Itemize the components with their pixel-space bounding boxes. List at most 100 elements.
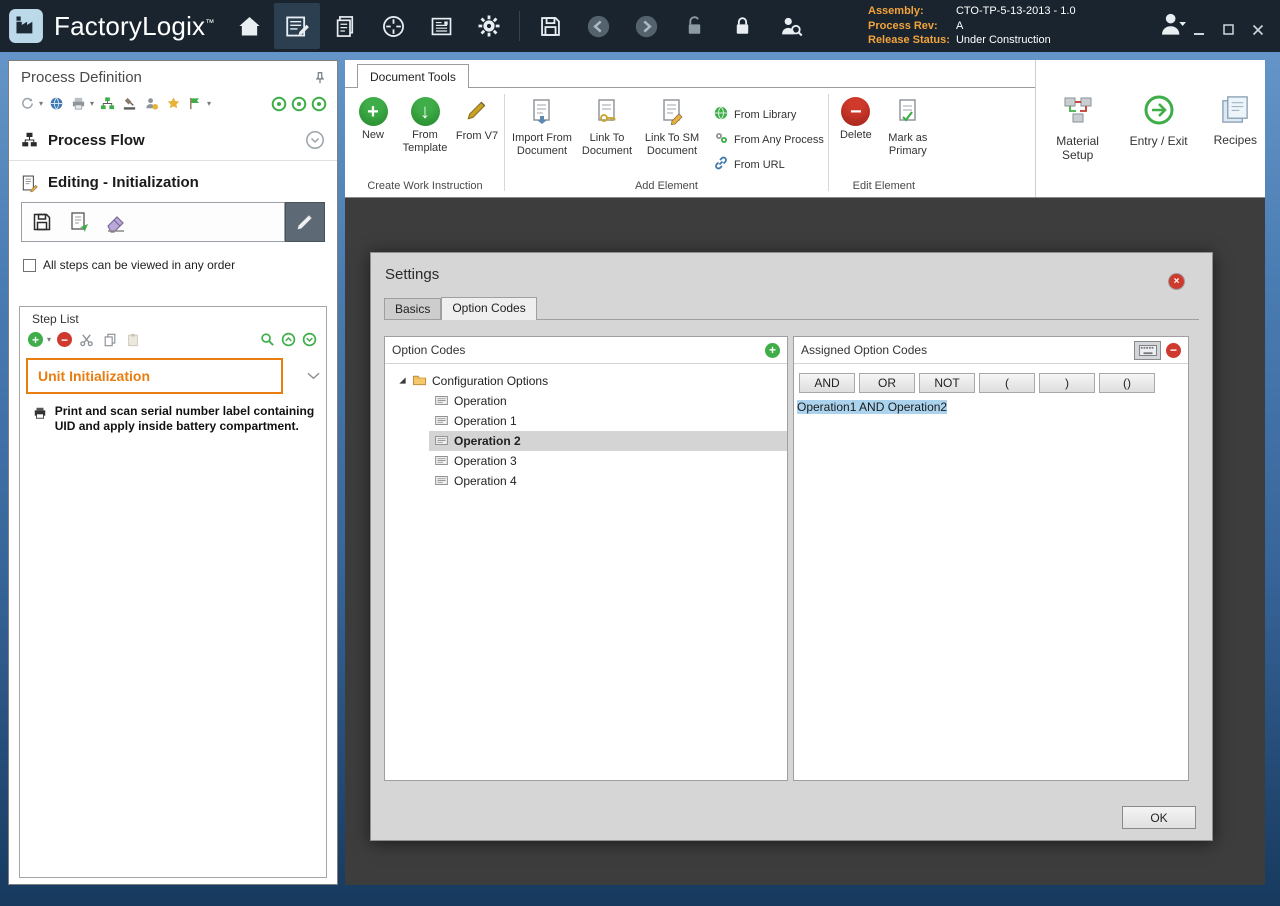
from-library-button[interactable]: From Library bbox=[713, 105, 824, 124]
settings-dialog: Settings × Basics Option Codes Option Co… bbox=[370, 252, 1213, 841]
link-to-sm-document-button[interactable]: Link To SM Document bbox=[639, 97, 705, 158]
or-button[interactable]: OR bbox=[859, 373, 915, 393]
copy-icon[interactable] bbox=[101, 331, 118, 348]
tree-item-operation[interactable]: Operation bbox=[429, 391, 787, 411]
printer-icon[interactable] bbox=[70, 95, 87, 112]
maximize-button[interactable] bbox=[1223, 24, 1235, 39]
refresh-icon[interactable] bbox=[19, 95, 36, 112]
tab-option-codes[interactable]: Option Codes bbox=[441, 297, 536, 320]
any-order-checkbox[interactable] bbox=[23, 259, 36, 272]
dropdown-caret-icon[interactable]: ▾ bbox=[90, 99, 94, 108]
and-button[interactable]: AND bbox=[799, 373, 855, 393]
from-url-button[interactable]: From URL bbox=[713, 155, 824, 174]
pin-icon[interactable] bbox=[313, 71, 327, 85]
step-item-selected[interactable]: Unit Initialization bbox=[26, 358, 283, 394]
from-any-process-button[interactable]: From Any Process bbox=[713, 130, 824, 149]
close-paren-button[interactable]: ) bbox=[1039, 373, 1095, 393]
nav-circle-icon[interactable] bbox=[290, 95, 307, 112]
tree-item-operation-1[interactable]: Operation 1 bbox=[429, 411, 787, 431]
settings-dialog-title: Settings bbox=[371, 253, 1212, 283]
editing-label: Editing - Initialization bbox=[48, 174, 199, 191]
from-v7-button[interactable]: From V7 bbox=[454, 97, 500, 143]
hierarchy-icon[interactable] bbox=[99, 95, 116, 112]
zoom-icon[interactable] bbox=[259, 331, 276, 348]
back-button[interactable] bbox=[575, 3, 621, 49]
material-setup-icon bbox=[1062, 94, 1094, 129]
app-title: FactoryLogix™ bbox=[54, 11, 214, 42]
dropdown-caret-icon[interactable]: ▾ bbox=[39, 99, 43, 108]
add-step-button[interactable]: + bbox=[28, 332, 43, 347]
add-step-caret-icon[interactable]: ▾ bbox=[47, 335, 51, 344]
forward-button[interactable] bbox=[623, 3, 669, 49]
tree-root-configuration-options[interactable]: Configuration Options bbox=[385, 371, 787, 391]
flag-icon[interactable] bbox=[187, 95, 204, 112]
pencil-icon bbox=[464, 97, 490, 127]
keyboard-button[interactable] bbox=[1134, 341, 1161, 360]
tab-document-tools[interactable]: Document Tools bbox=[357, 64, 469, 88]
collapse-circle-icon[interactable] bbox=[305, 130, 325, 150]
remove-step-button[interactable]: − bbox=[57, 332, 72, 347]
news-button[interactable] bbox=[418, 3, 464, 49]
mark-as-primary-button[interactable]: Mark as Primary bbox=[881, 97, 935, 158]
lock-button[interactable] bbox=[719, 3, 765, 49]
import-document-button[interactable] bbox=[63, 206, 95, 238]
nav-circle-icon[interactable] bbox=[270, 95, 287, 112]
group-create-work-instruction: + New ↓ From Template From V7 bbox=[347, 88, 503, 197]
target-navigator-button[interactable] bbox=[370, 3, 416, 49]
user-search-button[interactable] bbox=[767, 3, 813, 49]
add-option-code-button[interactable]: + bbox=[765, 343, 780, 358]
user-menu-button[interactable] bbox=[1156, 8, 1188, 43]
dropdown-caret-icon[interactable]: ▾ bbox=[207, 99, 211, 108]
any-order-label: All steps can be viewed in any order bbox=[43, 258, 235, 272]
globe-icon[interactable] bbox=[48, 95, 65, 112]
eraser-button[interactable] bbox=[100, 206, 132, 238]
delete-button[interactable]: − Delete bbox=[833, 97, 879, 142]
save-step-button[interactable] bbox=[26, 206, 58, 238]
open-paren-button[interactable]: ( bbox=[979, 373, 1035, 393]
tab-basics[interactable]: Basics bbox=[384, 298, 441, 319]
cut-icon[interactable] bbox=[78, 331, 95, 348]
close-button[interactable] bbox=[1252, 24, 1264, 39]
document-pencil-icon bbox=[658, 97, 686, 129]
not-button[interactable]: NOT bbox=[919, 373, 975, 393]
expression-editor[interactable]: Operation1 AND Operation2 bbox=[794, 393, 1188, 421]
dialog-close-button[interactable]: × bbox=[1168, 273, 1185, 290]
recipes-button[interactable]: Recipes bbox=[1214, 94, 1257, 147]
minimize-button[interactable] bbox=[1194, 24, 1206, 39]
document-import-icon bbox=[528, 97, 556, 129]
step-item-label: Unit Initialization bbox=[38, 368, 150, 384]
process-definition-title: Process Definition bbox=[21, 69, 142, 86]
unlock-button[interactable] bbox=[671, 3, 717, 49]
from-template-button[interactable]: ↓ From Template bbox=[398, 97, 452, 155]
add-element-stack: From Library From Any Process From URL bbox=[713, 97, 824, 174]
tree-item-operation-2[interactable]: Operation 2 bbox=[429, 431, 787, 451]
expander-icon[interactable] bbox=[398, 374, 407, 388]
process-flow-header[interactable]: Process Flow bbox=[9, 120, 337, 161]
paren-pair-button[interactable]: () bbox=[1099, 373, 1155, 393]
step-chevron-icon[interactable] bbox=[307, 372, 320, 380]
nav-circle-icon[interactable] bbox=[310, 95, 327, 112]
tree-item-operation-3[interactable]: Operation 3 bbox=[429, 451, 787, 471]
work-instructions-button[interactable] bbox=[274, 3, 320, 49]
save-button[interactable] bbox=[527, 3, 573, 49]
gear-button[interactable] bbox=[466, 3, 512, 49]
import-from-document-button[interactable]: Import From Document bbox=[509, 97, 575, 158]
user-award-icon[interactable] bbox=[143, 95, 160, 112]
move-up-icon[interactable] bbox=[280, 331, 297, 348]
link-to-document-button[interactable]: Link To Document bbox=[577, 97, 637, 158]
ok-button[interactable]: OK bbox=[1122, 806, 1196, 829]
paste-icon[interactable] bbox=[124, 331, 141, 348]
group-edit-element: − Delete Mark as Primary Edit Element bbox=[830, 88, 938, 197]
move-down-icon[interactable] bbox=[301, 331, 318, 348]
entry-exit-button[interactable]: Entry / Exit bbox=[1130, 94, 1188, 148]
home-button[interactable] bbox=[226, 3, 272, 49]
material-setup-button[interactable]: Material Setup bbox=[1052, 94, 1104, 162]
remove-expression-button[interactable]: − bbox=[1166, 343, 1181, 358]
tree-item-operation-4[interactable]: Operation 4 bbox=[429, 471, 787, 491]
new-button[interactable]: + New bbox=[350, 97, 396, 142]
documents-button[interactable] bbox=[322, 3, 368, 49]
inspection-icon[interactable] bbox=[121, 95, 138, 112]
edit-mode-toggle[interactable] bbox=[285, 202, 325, 242]
star-icon[interactable] bbox=[165, 95, 182, 112]
app-window: FactoryLogix™ bbox=[0, 0, 1280, 906]
